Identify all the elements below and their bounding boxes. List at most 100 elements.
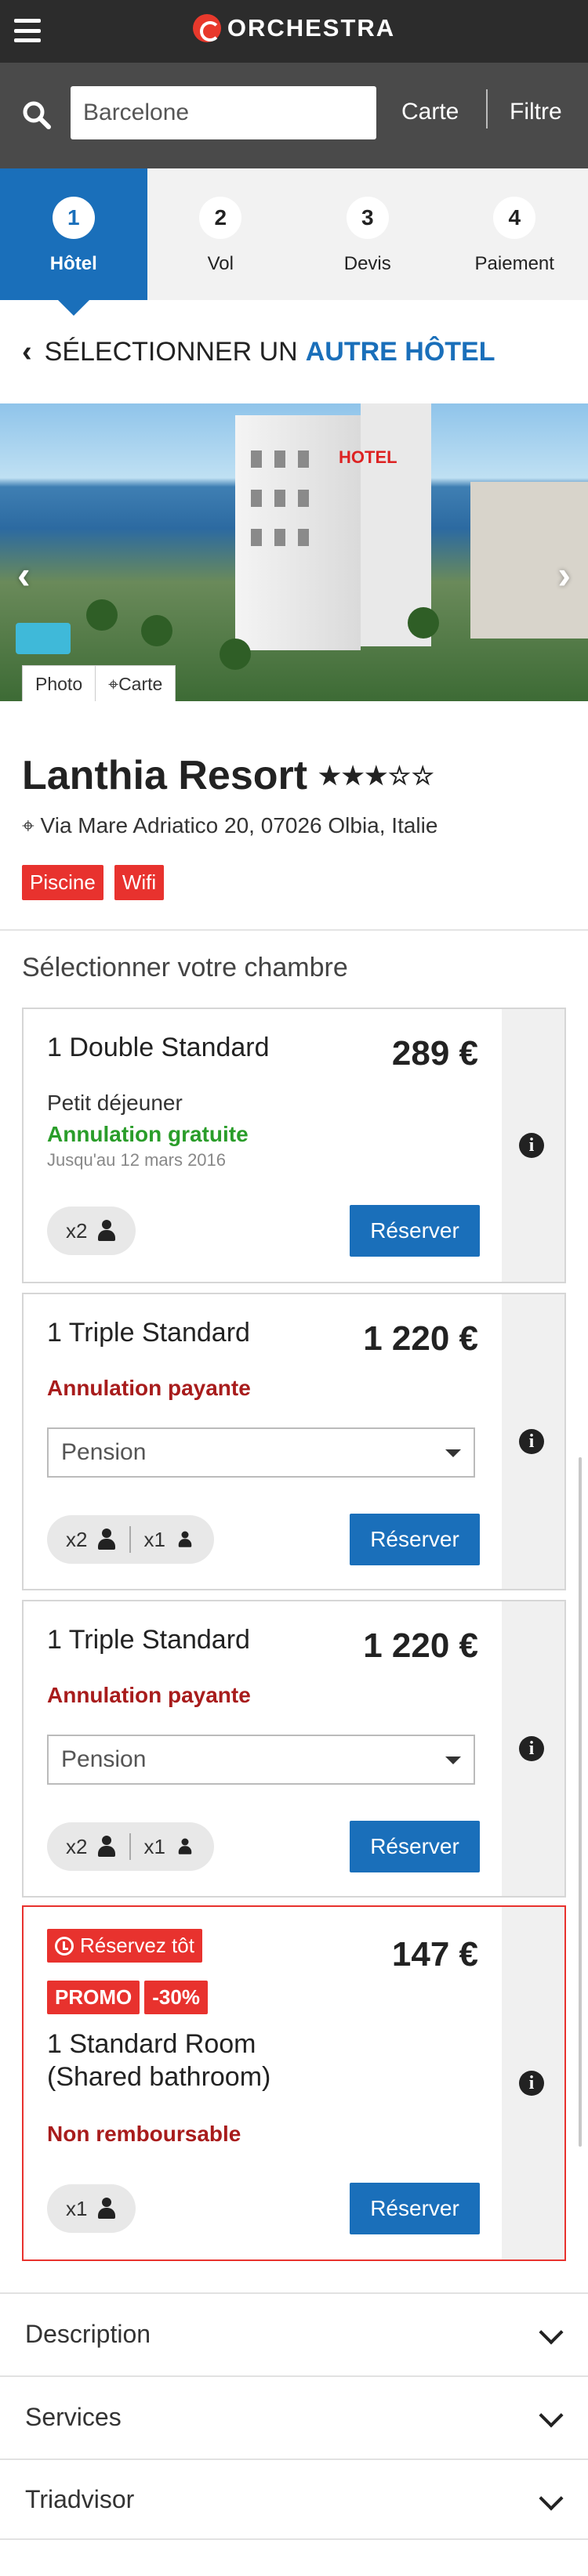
step-label: Hôtel bbox=[49, 253, 97, 274]
step-label: Vol bbox=[207, 253, 234, 274]
step-number: 4 bbox=[493, 197, 536, 239]
reserve-button[interactable]: Réserver bbox=[350, 1205, 480, 1257]
amenity-tag: Piscine bbox=[22, 865, 103, 900]
photo-tab[interactable]: Photo bbox=[23, 666, 95, 701]
board-select[interactable]: Pension bbox=[47, 1427, 475, 1478]
occupancy-badge: x2 x1 bbox=[47, 1822, 214, 1871]
step-hotel[interactable]: 1 Hôtel bbox=[0, 168, 147, 316]
cancellation-policy: Non remboursable bbox=[47, 2122, 241, 2146]
back-prefix: SÉLECTIONNER UN bbox=[44, 336, 298, 367]
adult-count: x2 bbox=[66, 1834, 88, 1858]
person-icon bbox=[96, 1529, 117, 1550]
early-booking-label: Réservez tôt bbox=[80, 1934, 194, 1957]
caret-down-icon bbox=[445, 1449, 461, 1457]
reserve-button[interactable]: Réserver bbox=[350, 1514, 480, 1565]
divider bbox=[486, 89, 488, 128]
board-select[interactable]: Pension bbox=[47, 1735, 475, 1785]
filter-link[interactable]: Filtre bbox=[510, 99, 562, 125]
divider bbox=[129, 1526, 132, 1553]
photo-window bbox=[251, 529, 262, 546]
step-label: Devis bbox=[343, 253, 391, 274]
section-divider bbox=[0, 929, 588, 931]
search-icon[interactable] bbox=[22, 100, 52, 130]
cancellation-deadline: Jusqu'au 12 mars 2016 bbox=[47, 1150, 227, 1170]
photo-map-toggle: Photo ⌖Carte bbox=[22, 665, 176, 701]
info-icon[interactable]: i bbox=[519, 2071, 544, 2096]
reserve-button[interactable]: Réserver bbox=[350, 2183, 480, 2234]
photo-window bbox=[251, 450, 262, 468]
photo-window bbox=[274, 450, 285, 468]
photo-window bbox=[251, 490, 262, 507]
child-icon bbox=[177, 1838, 193, 1855]
cancellation-policy: Annulation payante bbox=[47, 1376, 251, 1400]
step-payment[interactable]: 4 Paiement bbox=[441, 168, 588, 300]
orchestra-logo-icon bbox=[192, 14, 221, 42]
room-title-detail: (Shared bathroom) bbox=[47, 2062, 271, 2092]
hotel-name: Lanthia Resort ★★★☆☆ bbox=[22, 752, 435, 799]
map-marker-icon: ⌖ bbox=[22, 813, 34, 838]
person-icon bbox=[96, 1836, 117, 1858]
step-label: Paiement bbox=[474, 253, 554, 274]
search-bar: Carte Filtre bbox=[0, 63, 588, 168]
occupancy-badge: x2 bbox=[47, 1207, 136, 1255]
amenity-tags: Piscine Wifi bbox=[22, 865, 165, 900]
clock-icon bbox=[55, 1936, 74, 1956]
cancellation-policy: Annulation payante bbox=[47, 1683, 251, 1707]
photo-tree bbox=[408, 607, 439, 639]
map-link[interactable]: Carte bbox=[401, 99, 459, 125]
map-tab-label: Carte bbox=[118, 674, 163, 694]
promo-badge: PROMO bbox=[47, 1981, 140, 2014]
amenity-tag: Wifi bbox=[114, 865, 165, 900]
search-input[interactable] bbox=[71, 86, 376, 139]
address-text: Via Mare Adriatico 20, 07026 Olbia, Ital… bbox=[40, 813, 438, 838]
rooms-title: Sélectionner votre chambre bbox=[22, 953, 348, 982]
info-icon[interactable]: i bbox=[519, 1133, 544, 1158]
info-icon[interactable]: i bbox=[519, 1429, 544, 1454]
room-card: i 1 Double Standard 289 € Petit déjeuner… bbox=[22, 1008, 566, 1283]
scrollbar[interactable] bbox=[579, 1457, 582, 2147]
caret-down-icon bbox=[445, 1757, 461, 1764]
divider bbox=[129, 1833, 132, 1860]
chevron-down-icon bbox=[539, 2403, 564, 2428]
step-number: 2 bbox=[199, 197, 242, 239]
adult-count: x2 bbox=[66, 1527, 88, 1551]
room-title: 1 Triple Standard bbox=[47, 1625, 250, 1655]
person-icon bbox=[96, 2198, 117, 2220]
step-quote[interactable]: 3 Devis bbox=[294, 168, 441, 300]
occupancy-badge: x2 x1 bbox=[47, 1515, 214, 1564]
child-count: x1 bbox=[143, 1527, 165, 1551]
photo-hotel-sign: HOTEL bbox=[339, 447, 397, 469]
adult-count: x1 bbox=[66, 2196, 88, 2220]
step-flight[interactable]: 2 Vol bbox=[147, 168, 295, 300]
photo-tree bbox=[141, 615, 172, 646]
star-rating: ★★★☆☆ bbox=[318, 762, 435, 790]
room-price: 289 € bbox=[391, 1034, 478, 1073]
board-select-value: Pension bbox=[61, 1746, 147, 1772]
room-card: i 1 Triple Standard 1 220 € Annulation p… bbox=[22, 1600, 566, 1898]
room-card-promo: i Réservez tôt 147 € PROMO -30% 1 Standa… bbox=[22, 1905, 566, 2261]
room-price: 1 220 € bbox=[363, 1319, 478, 1358]
accordion-services[interactable]: Services bbox=[0, 2375, 588, 2457]
room-title: 1 Triple Standard bbox=[47, 1318, 250, 1348]
room-price: 147 € bbox=[391, 1935, 478, 1974]
step-number: 3 bbox=[346, 197, 389, 239]
photo-window bbox=[298, 529, 309, 546]
accordion-label: Description bbox=[25, 2319, 151, 2348]
discount-badge: -30% bbox=[144, 1981, 208, 2014]
adult-count: x2 bbox=[66, 1218, 88, 1243]
room-card: i 1 Triple Standard 1 220 € Annulation p… bbox=[22, 1293, 566, 1590]
accordion-description[interactable]: Description bbox=[0, 2292, 588, 2374]
room-price: 1 220 € bbox=[363, 1626, 478, 1665]
early-booking-badge: Réservez tôt bbox=[47, 1929, 202, 1963]
chevron-left-icon[interactable]: ‹ bbox=[17, 552, 31, 598]
photo-window bbox=[274, 490, 285, 507]
hotel-photo-carousel[interactable]: HOTEL ‹ › Photo ⌖Carte bbox=[0, 403, 588, 701]
info-icon[interactable]: i bbox=[519, 1736, 544, 1761]
brand-name: ORCHESTRA bbox=[227, 14, 396, 42]
top-bar: ORCHESTRA bbox=[0, 0, 588, 63]
accordion-triadvisor[interactable]: Triadvisor bbox=[0, 2458, 588, 2540]
map-tab[interactable]: ⌖Carte bbox=[95, 666, 175, 701]
reserve-button[interactable]: Réserver bbox=[350, 1821, 480, 1872]
chevron-right-icon[interactable]: › bbox=[557, 552, 571, 598]
chevron-left-icon: ‹ bbox=[22, 335, 32, 368]
